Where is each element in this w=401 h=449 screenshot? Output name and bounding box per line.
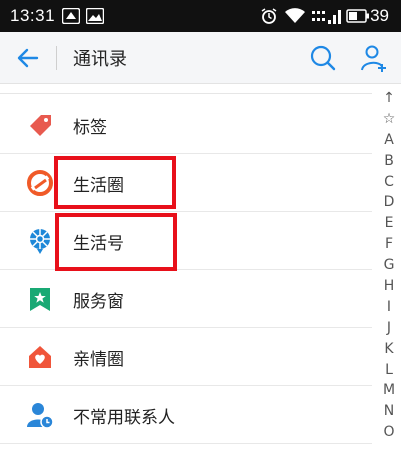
app-bar: 通讯录 [0, 32, 401, 84]
index-letter-i[interactable]: I [376, 297, 401, 318]
list-item-inactive-contacts[interactable]: 不常用联系人 [0, 386, 372, 444]
service-window-icon [30, 288, 50, 311]
index-letter-m[interactable]: M [376, 380, 401, 401]
list-item-label: 亲情圈 [73, 350, 124, 370]
list-item-family-circle[interactable]: 亲情圈 [0, 328, 372, 386]
search-icon[interactable] [308, 43, 338, 73]
highlight-box-life-circle [54, 156, 176, 209]
alarm-icon [261, 8, 277, 24]
wifi-icon [285, 8, 305, 23]
battery-icon [346, 9, 369, 23]
index-letter-d[interactable]: D [376, 192, 401, 213]
life-circle-icon [27, 170, 53, 196]
signal-icon [312, 10, 341, 24]
index-letter-a[interactable]: A [376, 130, 401, 151]
index-letter-o[interactable]: O [376, 422, 401, 443]
list-top-divider [0, 93, 372, 94]
index-star[interactable]: ☆ [376, 109, 401, 130]
index-letter-c[interactable]: C [376, 172, 401, 193]
image-notification-icon [86, 8, 104, 24]
tag-icon [30, 115, 51, 136]
add-contact-icon[interactable] [359, 43, 389, 73]
list-item-service-window[interactable]: 服务窗 [0, 270, 372, 328]
battery-level: 39 [370, 6, 389, 25]
list-item-label: 服务窗 [73, 292, 124, 312]
index-letter-b[interactable]: B [376, 151, 401, 172]
list-item-tags[interactable]: 标签 [0, 96, 372, 154]
index-letter-k[interactable]: K [376, 339, 401, 360]
index-letter-j[interactable]: J [376, 318, 401, 339]
index-letter-n[interactable]: N [376, 401, 401, 422]
index-letter-h[interactable]: H [376, 276, 401, 297]
alipay-notification-icon [62, 8, 80, 24]
list-item-label: 不常用联系人 [73, 408, 175, 428]
app-bar-divider [56, 46, 57, 70]
family-circle-icon [29, 346, 51, 368]
highlight-box-life-account [55, 213, 177, 271]
index-letter-e[interactable]: E [376, 213, 401, 234]
index-letter-l[interactable]: L [376, 360, 401, 381]
status-bar: 13:31 39 [0, 0, 401, 32]
page-title: 通讯录 [73, 49, 127, 70]
index-letter-g[interactable]: G [376, 255, 401, 276]
life-account-icon [30, 229, 50, 254]
list-item-label: 标签 [73, 118, 107, 138]
inactive-contacts-icon [27, 403, 54, 429]
status-time: 13:31 [10, 6, 56, 25]
back-arrow-icon[interactable] [14, 44, 42, 72]
index-up-arrow[interactable]: ↑ [376, 88, 401, 109]
index-letter-f[interactable]: F [376, 234, 401, 255]
alphabet-index-bar[interactable]: ↑ ☆ A B C D E F G H I J K L M N O [376, 88, 401, 449]
